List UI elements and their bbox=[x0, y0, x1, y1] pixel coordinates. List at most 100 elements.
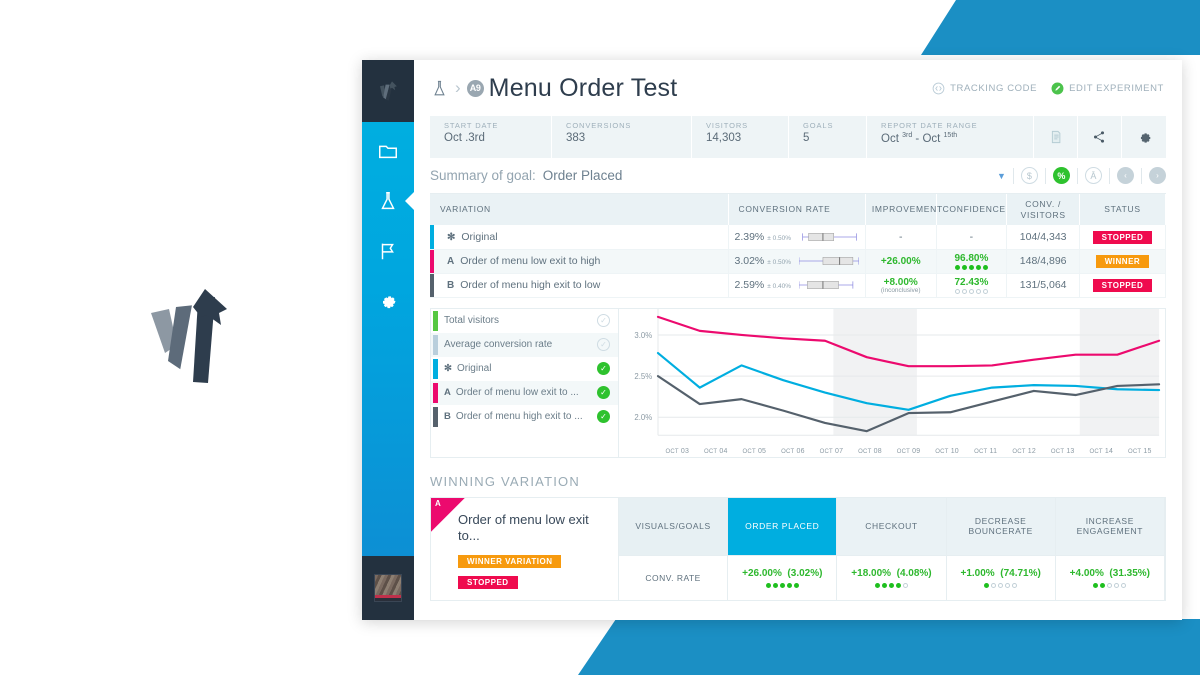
goal-improvement: +1.00% (74.71%) bbox=[960, 567, 1041, 579]
goal-column[interactable]: ORDER PLACED +26.00% (3.02%) bbox=[728, 497, 838, 600]
percent-toggle[interactable]: % bbox=[1052, 167, 1070, 184]
dot bbox=[1100, 582, 1106, 588]
col-conv-line1: CONV. / bbox=[1025, 199, 1062, 209]
currency-toggle[interactable]: $ bbox=[1020, 167, 1038, 184]
cell-variation: ✻ Original bbox=[430, 225, 729, 250]
legend-checkbox[interactable]: ✓ bbox=[597, 362, 610, 376]
report-icon bbox=[1051, 130, 1061, 144]
decorative-shape-top bbox=[921, 0, 1200, 55]
sidebar-thumbnail-wrap[interactable] bbox=[362, 556, 414, 620]
dot bbox=[982, 265, 988, 271]
tracking-code-button[interactable]: TRACKING CODE bbox=[932, 82, 1037, 95]
dot bbox=[984, 582, 990, 588]
dot bbox=[1093, 582, 1099, 588]
legend-item[interactable]: Average conversion rate ✓ bbox=[431, 332, 618, 357]
winner-corner-key: A bbox=[435, 498, 441, 508]
divider bbox=[1044, 167, 1046, 184]
header-actions: TRACKING CODE EDIT EXPERIMENT bbox=[932, 82, 1164, 95]
cell-improvement: +26.00% bbox=[865, 249, 937, 274]
sidebar-logo[interactable] bbox=[362, 60, 414, 122]
legend-label: Order of menu high exit to ... bbox=[455, 411, 583, 423]
legend-item[interactable]: A Order of menu low exit to ... ✓ bbox=[431, 380, 618, 405]
confidence-value: 72.43% bbox=[954, 277, 989, 289]
cell-confidence: 72.43% bbox=[936, 273, 1008, 298]
sidebar-item-projects[interactable] bbox=[362, 126, 414, 176]
dot bbox=[895, 582, 901, 588]
legend-checkbox[interactable]: ✓ bbox=[597, 314, 610, 328]
legend-item[interactable]: ✻ Original ✓ bbox=[431, 357, 618, 381]
dot bbox=[1005, 582, 1011, 588]
x-axis-tick-label: OCT 04 bbox=[703, 447, 728, 455]
legend-color-swatch bbox=[433, 310, 438, 331]
sidebar-item-settings[interactable] bbox=[362, 276, 414, 326]
table-row[interactable]: ✻ Original 2.39% ± 0.50% - - 104/4,343 S… bbox=[430, 225, 1166, 250]
variation-key: ✻ bbox=[447, 231, 456, 243]
x-axis-tick-label: OCT 13 bbox=[1050, 447, 1075, 455]
goal-header[interactable]: INCREASE ENGAGEMENT bbox=[1055, 497, 1165, 556]
legend-checkbox[interactable]: ✓ bbox=[597, 338, 610, 352]
share-button[interactable] bbox=[1078, 116, 1122, 158]
goal-label-column: VISUALS/GOALS CONV. RATE bbox=[619, 497, 729, 600]
summary-row: Summary of goal: Order Placed ▼ $ % Ā ‹ … bbox=[430, 158, 1166, 194]
confidence-interval-plot bbox=[799, 281, 854, 290]
sidebar-item-experiments[interactable] bbox=[362, 176, 414, 226]
variation-color-bar bbox=[430, 225, 434, 249]
next-goal-button[interactable]: › bbox=[1148, 167, 1166, 184]
col-variation: VARIATION bbox=[430, 194, 729, 226]
conversion-rate-margin: ± 0.50% bbox=[767, 235, 792, 242]
x-axis-tick-label: OCT 10 bbox=[935, 447, 959, 455]
variation-label: Original bbox=[461, 231, 498, 243]
filter-caret-icon[interactable]: ▼ bbox=[997, 171, 1006, 181]
stat-label: START DATE bbox=[444, 121, 499, 130]
table-row[interactable]: B Order of menu high exit to low 2.59% ±… bbox=[430, 273, 1166, 298]
dot bbox=[1012, 582, 1018, 588]
confidence-dots bbox=[943, 289, 1001, 295]
legend-checkbox[interactable]: ✓ bbox=[597, 410, 610, 424]
dot bbox=[881, 582, 887, 588]
chart-legend: Total visitors ✓ Average conversion rate… bbox=[431, 308, 619, 457]
sidebar bbox=[362, 60, 414, 620]
conversion-rate-value: 2.39% ± 0.50% bbox=[734, 231, 792, 243]
legend-item[interactable]: B Order of menu high exit to ... ✓ bbox=[431, 405, 618, 429]
edit-experiment-label: EDIT EXPERIMENT bbox=[1069, 82, 1164, 94]
cell-conversion-rate: 3.02% ± 0.50% bbox=[728, 249, 866, 274]
cell-improvement: - bbox=[865, 225, 937, 250]
table-row[interactable]: A Order of menu low exit to high 3.02% ±… bbox=[430, 249, 1166, 274]
goal-column[interactable]: INCREASE ENGAGEMENT +4.00% (31.35%) bbox=[1055, 497, 1165, 600]
legend-checkbox[interactable]: ✓ bbox=[597, 386, 610, 400]
code-brackets-icon bbox=[932, 82, 945, 94]
cell-conversion-rate: 2.59% ± 0.40% bbox=[728, 273, 866, 298]
cell-variation: B Order of menu high exit to low bbox=[430, 273, 729, 298]
stats-strip: START DATE Oct .3rd CONVERSIONS 383 VISI… bbox=[430, 116, 1166, 158]
summary-goal-value[interactable]: Order Placed bbox=[543, 168, 623, 183]
variation-key: A bbox=[447, 255, 455, 267]
goal-header[interactable]: CHECKOUT bbox=[837, 497, 947, 556]
sidebar-item-goals[interactable] bbox=[362, 226, 414, 276]
improvement-note: (inconclusive) bbox=[880, 287, 921, 294]
edit-experiment-button[interactable]: EDIT EXPERIMENT bbox=[1051, 82, 1164, 95]
goal-header[interactable]: DECREASE BOUNCERATE bbox=[946, 497, 1056, 556]
cell-confidence: 96.80% bbox=[936, 249, 1008, 274]
goal-header[interactable]: ORDER PLACED bbox=[728, 497, 838, 556]
stat-value: 383 bbox=[566, 132, 586, 144]
date-from-sup: 3rd bbox=[902, 132, 913, 139]
chart-block: Total visitors ✓ Average conversion rate… bbox=[430, 307, 1166, 458]
goal-body: +26.00% (3.02%) bbox=[728, 555, 838, 600]
chart-area[interactable]: 2.0% 2.5% 3.0% OCT 03 OCT 04 OCT 05 OCT 06 OCT… bbox=[619, 308, 1165, 457]
variation-color-bar bbox=[430, 273, 434, 297]
dot bbox=[998, 582, 1004, 588]
prev-goal-button[interactable]: ‹ bbox=[1116, 167, 1134, 184]
dot bbox=[1121, 582, 1127, 588]
legend-item[interactable]: Total visitors ✓ bbox=[431, 309, 618, 333]
pencil-icon bbox=[1051, 82, 1064, 94]
x-axis-tick-label: OCT 03 bbox=[665, 447, 690, 455]
visitors-toggle[interactable]: Ā bbox=[1084, 167, 1102, 184]
dot bbox=[954, 289, 960, 295]
settings-button[interactable] bbox=[1122, 116, 1166, 158]
goal-column[interactable]: CHECKOUT +18.00% (4.08%) bbox=[837, 497, 947, 600]
stat-value: Oct .3rd bbox=[444, 132, 485, 144]
goal-column[interactable]: DECREASE BOUNCERATE +1.00% (74.71%) bbox=[946, 497, 1056, 600]
report-button[interactable] bbox=[1034, 116, 1078, 158]
legend-color-swatch bbox=[433, 382, 438, 403]
status-badge: STOPPED bbox=[1092, 230, 1153, 244]
